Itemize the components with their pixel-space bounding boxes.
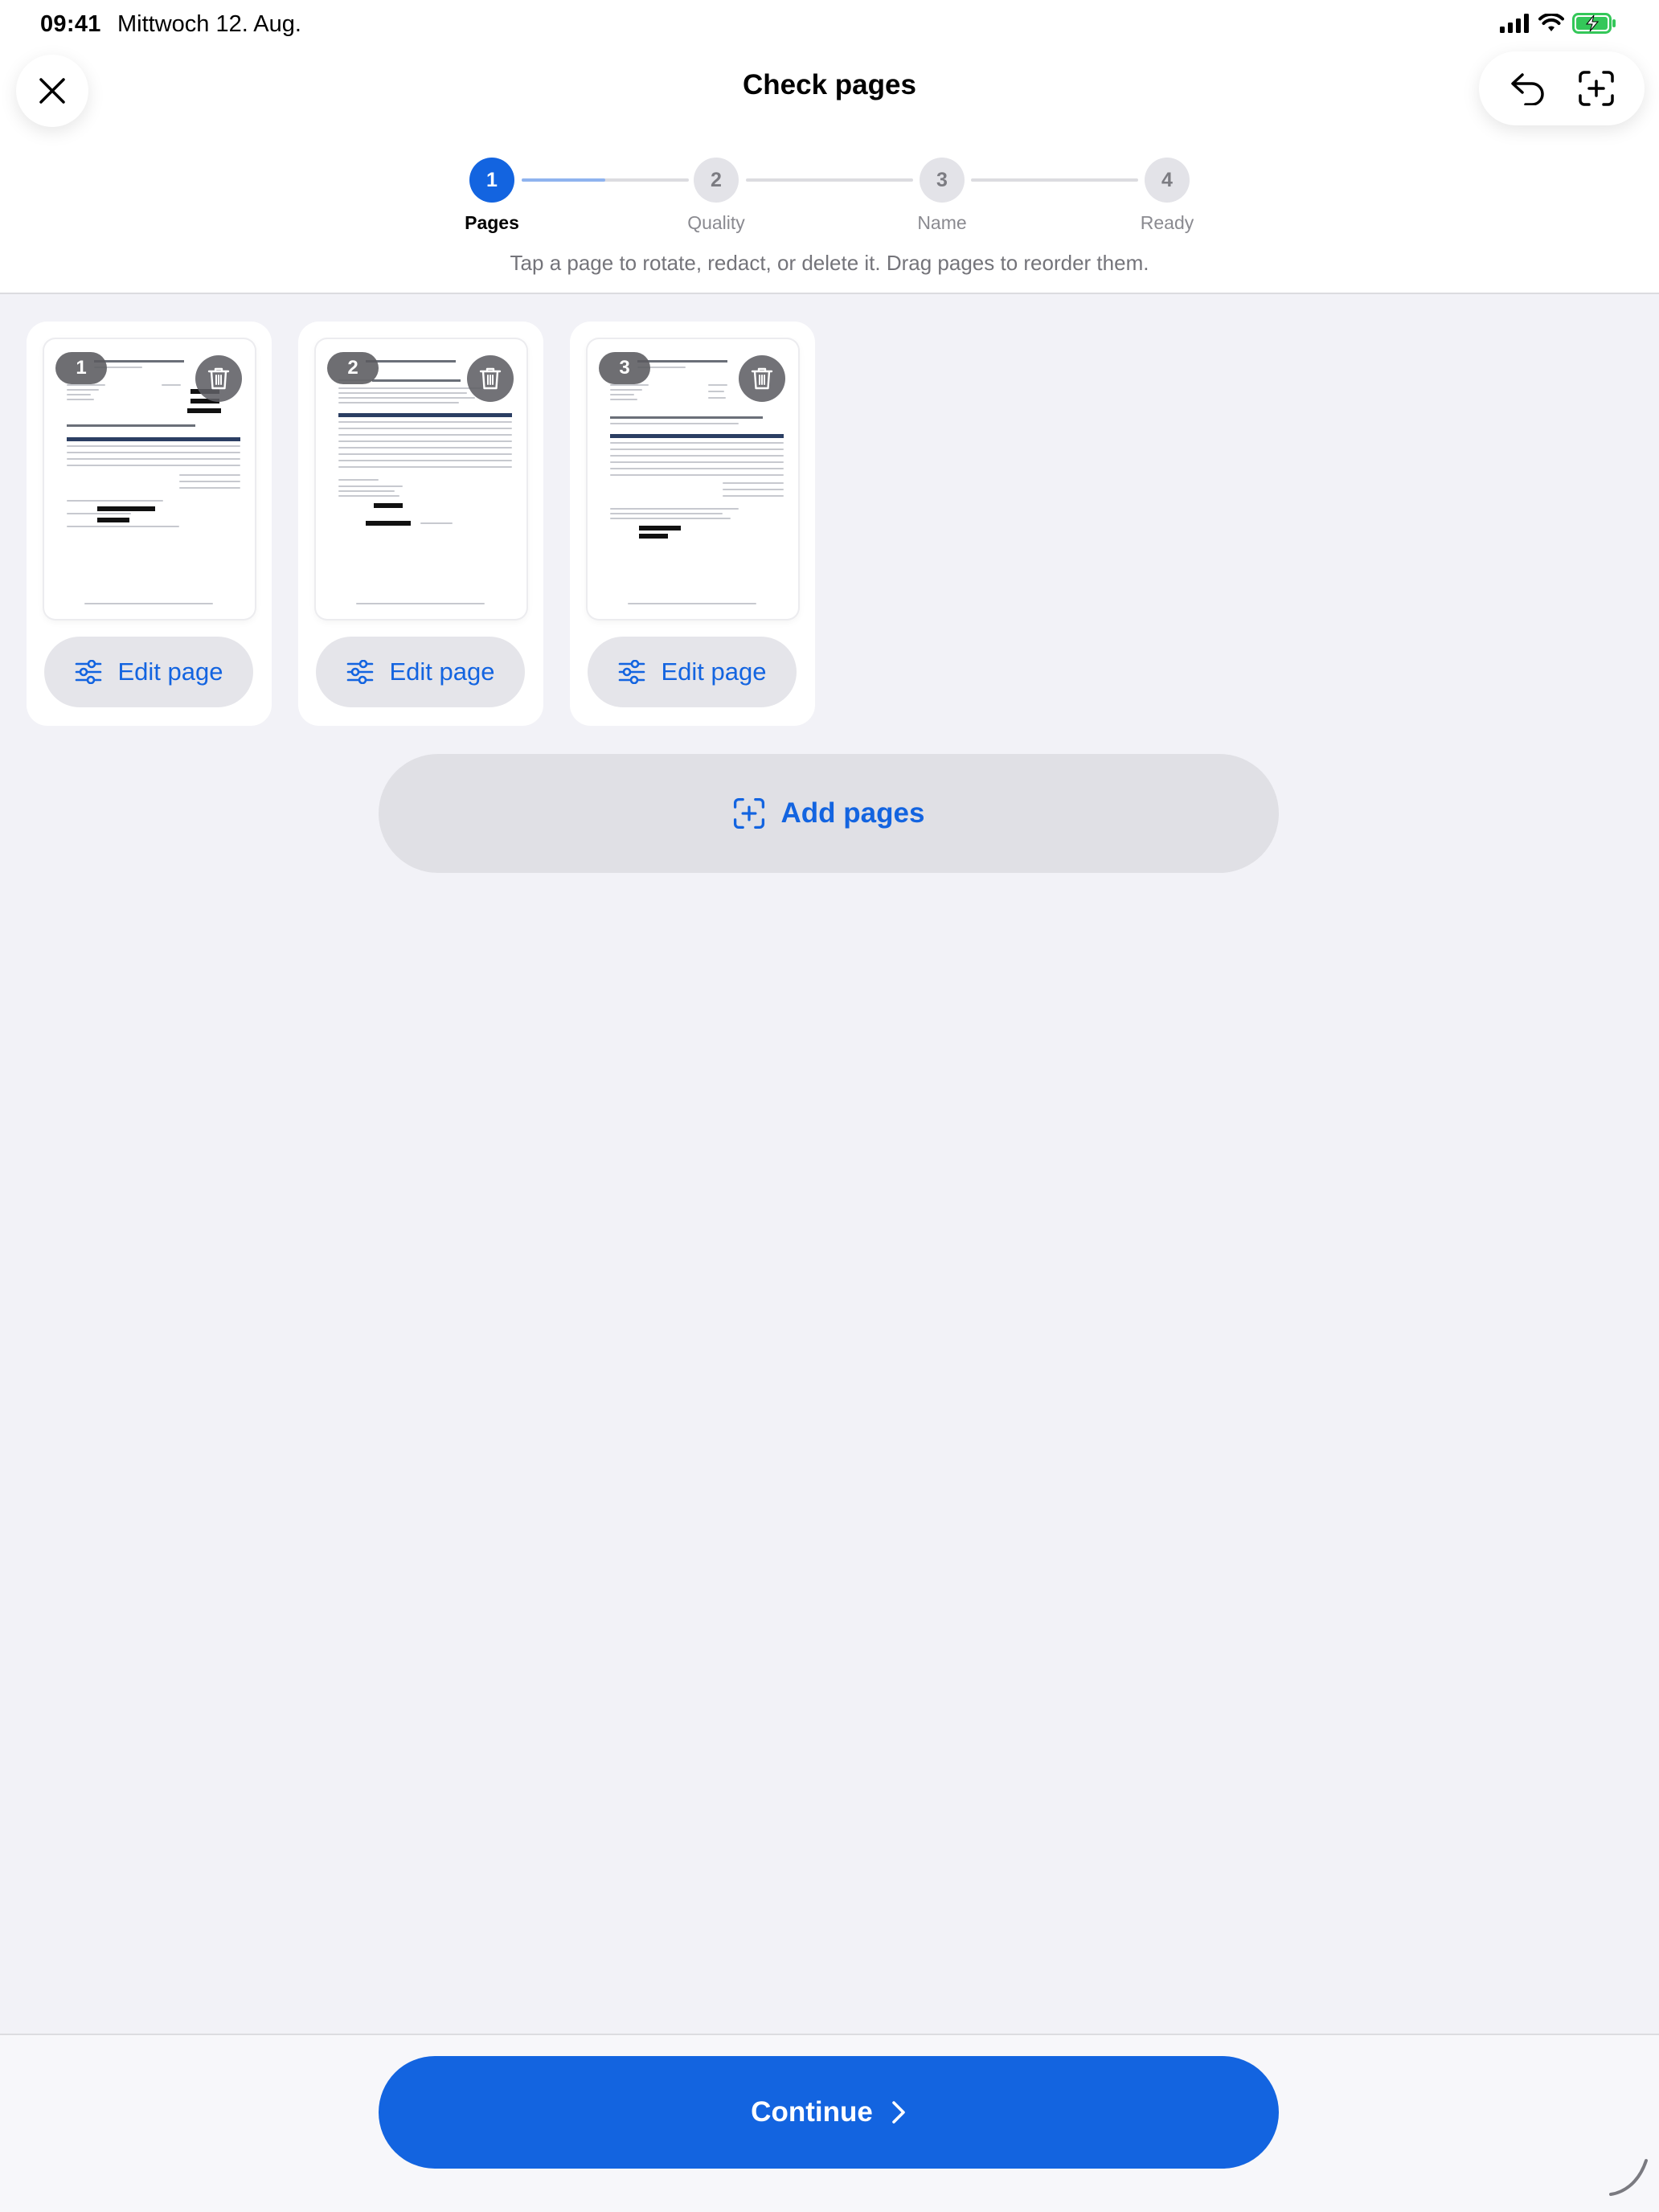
scan-add-icon [1578, 71, 1614, 106]
footer: Continue [0, 2034, 1659, 2212]
step-name: 3 Name [886, 158, 998, 234]
resize-handle-icon [1609, 2159, 1648, 2196]
undo-button[interactable] [1504, 64, 1552, 113]
page-thumbnail[interactable]: 2 [316, 339, 526, 619]
page-card[interactable]: 2 Edit page [298, 322, 543, 726]
step-label: Ready [1140, 212, 1194, 233]
sliders-icon [346, 660, 373, 684]
page-title: Check pages [743, 69, 916, 100]
sliders-icon [75, 660, 101, 684]
step-number: 3 [920, 158, 965, 203]
step-number: 2 [694, 158, 739, 203]
step-quality: 2 Quality [660, 158, 772, 234]
page-thumbnail[interactable]: 3 [588, 339, 798, 619]
status-bar: 09:41 Mittwoch 12. Aug. [0, 0, 1659, 51]
delete-page-button[interactable] [467, 355, 514, 402]
edit-page-label: Edit page [661, 657, 767, 686]
progress-stepper: 1 Pages 2 Quality 3 Name 4 Ready [0, 158, 1659, 246]
delete-page-button[interactable] [195, 355, 242, 402]
status-icons [1500, 13, 1617, 34]
edit-page-button[interactable]: Edit page [44, 637, 253, 707]
step-number: 1 [469, 158, 514, 203]
page-thumbnail[interactable]: 1 [44, 339, 255, 619]
page-grid: 1 Edit page 2 Edit page 3 Edit page [27, 322, 815, 726]
page-number-badge: 1 [55, 352, 107, 384]
page-card[interactable]: 1 Edit page [27, 322, 272, 726]
scan-add-icon [733, 797, 764, 830]
status-date: Mittwoch 12. Aug. [117, 11, 301, 37]
edit-page-label: Edit page [389, 657, 495, 686]
step-number: 4 [1145, 158, 1190, 203]
step-ready: 4 Ready [1111, 158, 1223, 234]
edit-page-button[interactable]: Edit page [316, 637, 525, 707]
step-label: Pages [465, 212, 519, 233]
header-actions [1479, 51, 1645, 125]
continue-button[interactable]: Continue [379, 2056, 1279, 2169]
step-pages: 1 Pages [436, 158, 548, 234]
wifi-icon [1538, 14, 1564, 31]
page-number-badge: 3 [599, 352, 650, 384]
cellular-signal-icon [1500, 14, 1529, 33]
status-time: 09:41 [40, 11, 101, 37]
header: 09:41 Mittwoch 12. Aug. Check pages 1 Pa… [0, 0, 1659, 294]
add-pages-label: Add pages [780, 797, 925, 829]
battery-charging-icon [1572, 13, 1616, 34]
sliders-icon [618, 660, 645, 684]
undo-icon [1510, 73, 1544, 105]
continue-label: Continue [751, 2096, 873, 2128]
edit-page-label: Edit page [117, 657, 223, 686]
trash-icon [207, 367, 230, 390]
edit-page-button[interactable]: Edit page [588, 637, 797, 707]
page-card[interactable]: 3 Edit page [570, 322, 815, 726]
step-label: Quality [687, 212, 745, 233]
trash-icon [479, 367, 502, 390]
trash-icon [751, 367, 773, 390]
delete-page-button[interactable] [739, 355, 785, 402]
scan-add-button[interactable] [1572, 64, 1620, 113]
page-number-badge: 2 [327, 352, 379, 384]
step-label: Name [917, 212, 967, 233]
chevron-right-icon [892, 2101, 905, 2124]
instruction-text: Tap a page to rotate, redact, or delete … [510, 251, 1149, 275]
add-pages-button[interactable]: Add pages [379, 754, 1279, 873]
